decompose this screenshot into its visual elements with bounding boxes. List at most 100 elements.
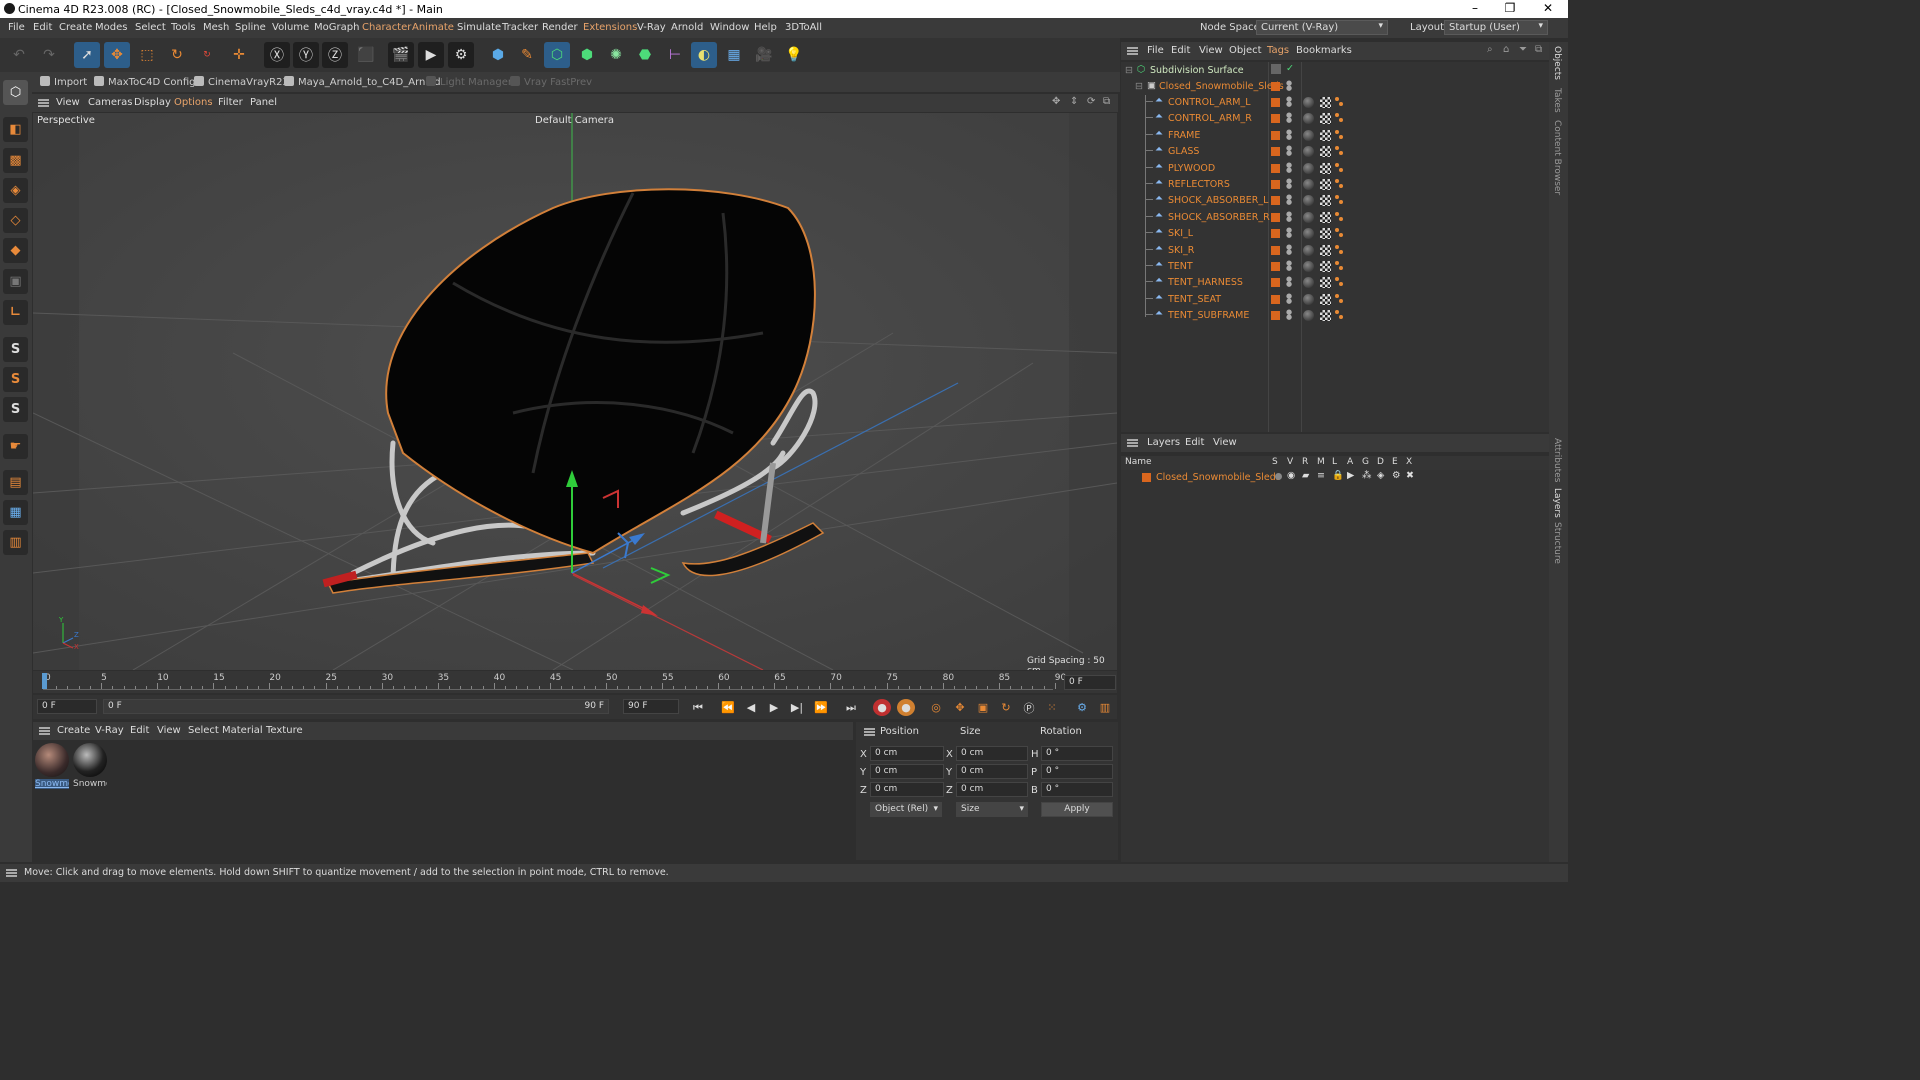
node-space-select[interactable]: Current (V-Ray) ▾ [1256, 20, 1388, 35]
scale-key-icon[interactable]: ▣ [974, 699, 992, 716]
x-axis-lock-icon[interactable]: Ⓧ [264, 42, 290, 68]
goto-start-icon[interactable]: ⏮ [689, 699, 707, 716]
menu-select[interactable]: Select [135, 22, 166, 33]
tab-content-browser[interactable]: Content Browser [1552, 120, 1562, 195]
menu-character[interactable]: Character [362, 22, 411, 33]
tree-row-object[interactable]: ⏶ TENT_SUBFRAME ● ● [1121, 308, 1549, 324]
menu-spline[interactable]: Spline [235, 22, 266, 33]
coordinate-system-icon[interactable]: ⬛ [353, 42, 379, 68]
rot-h-field[interactable]: 0 ° [1041, 746, 1113, 761]
visibility-dots-icon[interactable]: ● ● [1286, 145, 1292, 157]
polygons-mode-icon[interactable]: ◆ [3, 238, 28, 263]
autokey-icon[interactable]: ● [897, 699, 915, 716]
material-swatch-2[interactable]: Snowmo [73, 743, 107, 791]
viewport-menu-icon[interactable] [38, 99, 49, 107]
menu-tools[interactable]: Tools [171, 22, 196, 33]
uvw-tag-icon[interactable] [1320, 293, 1331, 305]
tab-attributes[interactable]: Attributes [1552, 438, 1562, 482]
viewport-move-icon[interactable]: ✥ [1052, 96, 1060, 107]
maxtoc4d-config-button[interactable]: MaxToC4D Config [94, 76, 196, 88]
texture-mode-icon[interactable]: ▩ [3, 148, 28, 173]
keyframe-selection-icon[interactable]: ◎ [927, 699, 945, 716]
editor-visibility-icon[interactable] [1271, 64, 1281, 74]
make-editable-icon[interactable]: ⬡ [3, 80, 28, 105]
tree-row-object[interactable]: ⏶ SKI_L ● ● [1121, 226, 1549, 242]
pla-key-icon[interactable]: ⁙ [1043, 699, 1061, 716]
om-menu-file[interactable]: File [1147, 45, 1164, 56]
visible-icon[interactable]: ◉ [1287, 470, 1295, 481]
extrude-generator-icon[interactable]: ⬢ [574, 42, 600, 68]
select-tool-icon[interactable]: ➚ [74, 42, 100, 68]
layers-menu-layers[interactable]: Layers [1147, 437, 1180, 448]
uvw-tag-icon[interactable] [1320, 179, 1331, 190]
xref-icon[interactable]: ✖ [1406, 470, 1414, 481]
visibility-dots-icon[interactable]: ● ● [1286, 243, 1292, 256]
visibility-dots-icon[interactable]: ● ● [1286, 227, 1292, 239]
viewport-rotate-icon[interactable]: ⟳ [1087, 96, 1095, 107]
tweak-mode-icon[interactable]: ☛ [3, 434, 28, 459]
menu-volume[interactable]: Volume [272, 22, 309, 33]
goto-end-icon[interactable]: ⏭ [842, 699, 860, 716]
uv-mode-icon[interactable]: ▣ [3, 269, 28, 294]
vp-menu-view[interactable]: View [56, 97, 80, 108]
collapse-icon[interactable]: ⊟ [1135, 81, 1143, 92]
layout-select[interactable]: Startup (User) ▾ [1444, 20, 1548, 35]
om-new-window-icon[interactable]: ⧉ [1535, 44, 1542, 55]
viewport-zoom-icon[interactable]: ⇕ [1070, 96, 1078, 107]
om-menu-bookmarks[interactable]: Bookmarks [1296, 45, 1352, 56]
menu-file[interactable]: File [8, 22, 25, 33]
material-tag-icon[interactable] [1303, 293, 1314, 305]
play-icon[interactable]: ▶ [765, 699, 783, 716]
material-tag-icon[interactable] [1303, 179, 1314, 190]
material-swatch-1[interactable]: Snowmo [35, 743, 69, 791]
record-keys-icon[interactable]: ● [873, 699, 891, 716]
quantize-icon[interactable]: S [3, 397, 28, 422]
expressions-icon[interactable]: ⚙ [1392, 470, 1401, 481]
manager-icon[interactable]: ≡ [1317, 470, 1325, 481]
visibility-dots-icon[interactable]: ● ● [1286, 309, 1292, 321]
layer-color-swatch[interactable] [1271, 98, 1280, 107]
layer-color-swatch[interactable] [1271, 294, 1280, 304]
visibility-dots-icon[interactable]: ● ● [1286, 210, 1292, 223]
material-menu-icon[interactable] [39, 727, 50, 735]
light-manager-button[interactable]: Light Manager [426, 76, 512, 88]
generators-icon[interactable]: ⁂ [1362, 470, 1372, 481]
size-z-field[interactable]: 0 cm [956, 782, 1028, 797]
tree-row-object[interactable]: ⏶ GLASS ● ● [1121, 144, 1549, 160]
layers-menu-edit[interactable]: Edit [1185, 437, 1204, 448]
menu-help[interactable]: Help [754, 22, 777, 33]
vp-menu-cameras[interactable]: Cameras [88, 97, 132, 108]
next-key-icon[interactable]: ⏩ [812, 699, 830, 716]
frame-range-slider[interactable]: 0 F 90 F [103, 699, 609, 714]
end-frame-field[interactable]: 90 F [623, 699, 679, 714]
layer-row[interactable]: Closed_Snowmobile_Sleds ◉ ▰ ≡ 🔒 ▶ ⁂ ◈ ⚙ … [1121, 470, 1549, 486]
subdivision-icon[interactable]: ⬡ [544, 42, 570, 68]
coordinate-mode-select[interactable]: Object (Rel) ▾ [870, 802, 942, 817]
mograph-cloner-icon[interactable]: ✺ [603, 42, 629, 68]
om-filter-icon[interactable]: ⏷ [1519, 44, 1527, 55]
tree-row-object[interactable]: ⏶ SHOCK_ABSORBER_R ● ● [1121, 210, 1549, 226]
start-frame-field[interactable]: 0 F [37, 699, 97, 714]
tab-takes[interactable]: Takes [1552, 88, 1562, 113]
mat-menu-texture[interactable]: Texture [266, 725, 303, 736]
menu-mesh[interactable]: Mesh [203, 22, 229, 33]
tree-row-object[interactable]: ⏶ TENT_SEAT ● ● [1121, 292, 1549, 308]
model-mode-icon[interactable]: ◧ [3, 117, 28, 142]
object-manager-menu-icon[interactable] [1127, 47, 1138, 55]
close-button[interactable]: ✕ [1533, 1, 1563, 15]
recent-tools-icon[interactable]: ↻ [194, 42, 220, 68]
scale-tool-icon[interactable]: ⬚ [134, 42, 160, 68]
vray-fastprev-button[interactable]: Vray FastPrev [510, 76, 592, 88]
status-menu-icon[interactable] [6, 869, 17, 877]
pos-x-field[interactable]: 0 cm [870, 746, 944, 761]
tree-row-object[interactable]: ⏶ CONTROL_ARM_R ● ● [1121, 111, 1549, 127]
om-menu-tags[interactable]: Tags [1267, 45, 1289, 56]
current-frame-field[interactable]: 0 F [1064, 675, 1116, 690]
viewport-maximize-icon[interactable]: ⧉ [1103, 96, 1110, 107]
menu-tracker[interactable]: Tracker [502, 22, 538, 33]
rotate-tool-icon[interactable]: ↻ [164, 42, 190, 68]
vp-menu-filter[interactable]: Filter [218, 97, 243, 108]
uvw-tag-icon[interactable] [1320, 228, 1331, 240]
material-tag-icon[interactable] [1303, 195, 1314, 207]
snap-icon[interactable]: S [3, 337, 28, 362]
